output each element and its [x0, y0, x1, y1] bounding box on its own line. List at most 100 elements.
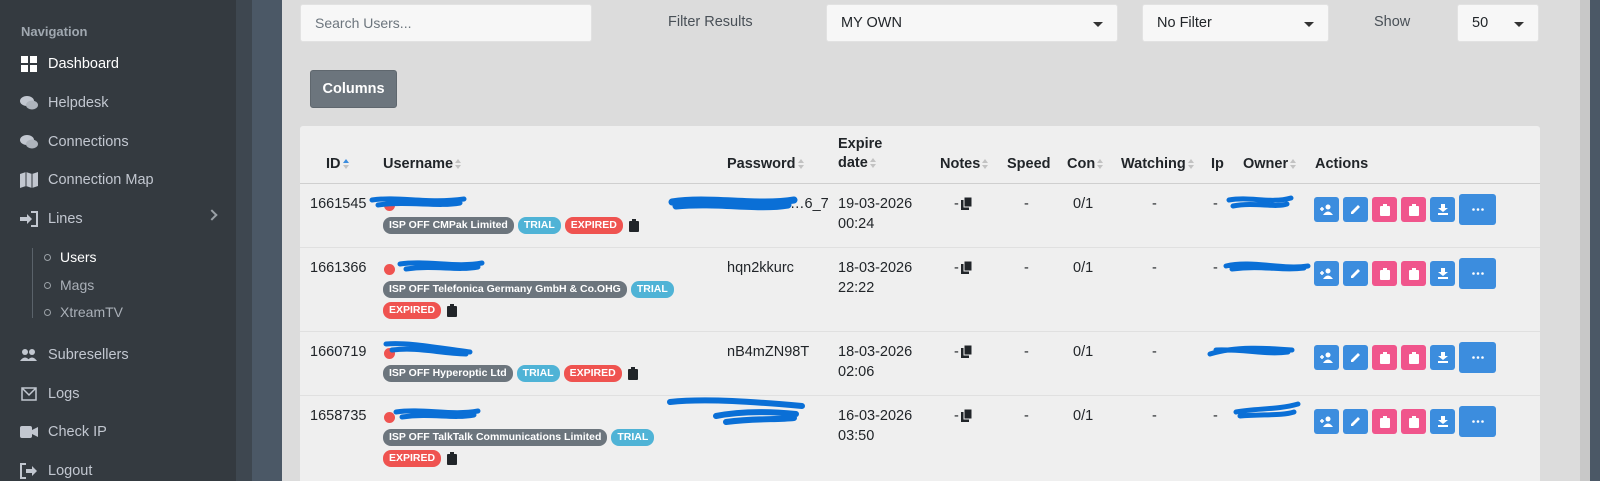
edit-button[interactable]: [1343, 345, 1368, 370]
user-badges: ISP OFF Telefonica Germany GmbH & Co.OHG…: [383, 281, 703, 319]
clipboard-icon[interactable]: [627, 217, 641, 234]
sidebar-item-connections[interactable]: Connections: [0, 124, 236, 160]
clipboard-button[interactable]: [1401, 345, 1426, 370]
sidebar-item-label: Connection Map: [48, 172, 154, 188]
download-icon: [1437, 416, 1448, 427]
cell-expire-date: 19-03-2026: [838, 196, 913, 212]
sidebar-item-helpdesk[interactable]: Helpdesk: [0, 85, 236, 121]
edit-button[interactable]: [1343, 261, 1368, 286]
search-input[interactable]: [300, 4, 592, 42]
show-select-value: 50: [1472, 15, 1489, 31]
more-button[interactable]: [1459, 258, 1496, 289]
col-header-con[interactable]: Con: [1067, 156, 1104, 172]
columns-button[interactable]: Columns: [310, 70, 397, 108]
col-header-username[interactable]: Username: [383, 156, 462, 172]
ellipsis-icon: [1471, 272, 1484, 275]
owner-select[interactable]: MY OWN: [826, 4, 1118, 42]
sidebar-item-logs[interactable]: Logs: [0, 376, 236, 412]
col-header-expire-date[interactable]: Expire date: [838, 136, 882, 171]
sidebar-subitem-users[interactable]: Users: [0, 244, 236, 270]
chat-icon: [20, 94, 38, 112]
video-icon: [20, 423, 38, 441]
sort-icon: [1097, 159, 1104, 169]
edit-button[interactable]: [1343, 409, 1368, 434]
cell-ip: -: [1213, 408, 1218, 424]
copy-icon[interactable]: [961, 197, 973, 210]
sidebar-item-subresellers[interactable]: Subresellers: [0, 337, 236, 373]
user-badges: ISP OFF TalkTalk Communications Limited …: [383, 429, 713, 467]
cell-id: 1661366: [310, 260, 367, 276]
sidebar-item-label: Subresellers: [48, 347, 129, 363]
clipboard-icon[interactable]: [445, 450, 459, 467]
pencil-icon: [1351, 205, 1360, 214]
cell-con: 0/1: [1073, 196, 1094, 212]
cell-speed: -: [1024, 344, 1029, 360]
clipboard-icon: [1379, 203, 1390, 216]
content-panel: Filter Results MY OWN No Filter Show 50 …: [282, 0, 1590, 481]
sidebar-item-check-ip[interactable]: Check IP: [0, 414, 236, 450]
copy-icon[interactable]: [961, 345, 973, 358]
scrollbar[interactable]: [1580, 0, 1590, 481]
sidebar-item-label: Helpdesk: [48, 95, 109, 111]
clipboard-button[interactable]: [1372, 197, 1397, 222]
add-user-button[interactable]: [1314, 261, 1339, 286]
show-label: Show: [1374, 14, 1411, 30]
col-header-notes[interactable]: Notes: [940, 156, 989, 172]
clipboard-button[interactable]: [1372, 345, 1397, 370]
sidebar-item-logout[interactable]: Logout: [0, 453, 236, 481]
header-label: Expire: [838, 136, 883, 152]
user-badges: ISP OFF CMPak Limited TRIAL EXPIRED: [383, 217, 641, 234]
clipboard-button[interactable]: [1401, 197, 1426, 222]
redaction-scribble: [1233, 401, 1301, 419]
clipboard-icon: [1408, 415, 1419, 428]
download-button[interactable]: [1430, 261, 1455, 286]
col-header-id[interactable]: ID: [326, 156, 350, 172]
show-select[interactable]: 50: [1457, 4, 1539, 42]
clipboard-button[interactable]: [1401, 261, 1426, 286]
redaction-scribble: [393, 408, 481, 420]
user-plus-icon: [1320, 204, 1333, 215]
copy-icon[interactable]: [961, 409, 973, 422]
clipboard-icon[interactable]: [445, 302, 459, 319]
sidebar-subitem-mags[interactable]: Mags: [0, 272, 236, 298]
user-plus-icon: [1320, 268, 1333, 279]
download-button[interactable]: [1430, 409, 1455, 434]
sidebar-subitem-label: Users: [60, 249, 97, 265]
add-user-button[interactable]: [1314, 197, 1339, 222]
more-button[interactable]: [1459, 342, 1496, 373]
col-header-owner[interactable]: Owner: [1243, 156, 1297, 172]
users-table: ID Username Password Expire date Notes Sp…: [300, 126, 1540, 481]
owner-select-value: MY OWN: [841, 15, 902, 31]
cell-password: hqn2kkurc: [727, 260, 794, 276]
clipboard-icon: [1408, 351, 1419, 364]
col-header-watching[interactable]: Watching: [1121, 156, 1195, 172]
more-button[interactable]: [1459, 406, 1496, 437]
filter-select[interactable]: No Filter: [1142, 4, 1329, 42]
cell-ip: -: [1213, 260, 1218, 276]
clipboard-button[interactable]: [1401, 409, 1426, 434]
sidebar-subitem-xtreamtv[interactable]: XtreamTV: [0, 299, 236, 325]
sidebar-item-label: Connections: [48, 134, 129, 150]
ellipsis-icon: [1471, 208, 1484, 211]
edit-button[interactable]: [1343, 197, 1368, 222]
more-button[interactable]: [1459, 194, 1496, 225]
add-user-button[interactable]: [1314, 409, 1339, 434]
sort-icon: [869, 158, 877, 168]
cell-password: nB4mZN98T: [727, 344, 810, 360]
clipboard-button[interactable]: [1372, 409, 1397, 434]
copy-icon[interactable]: [961, 261, 973, 274]
download-button[interactable]: [1430, 345, 1455, 370]
sidebar-item-lines[interactable]: Lines: [0, 201, 236, 237]
cell-expire-time: 00:24: [838, 216, 875, 232]
clipboard-icon[interactable]: [626, 365, 640, 382]
col-header-password[interactable]: Password: [727, 156, 805, 172]
download-button[interactable]: [1430, 197, 1455, 222]
clipboard-button[interactable]: [1372, 261, 1397, 286]
add-user-button[interactable]: [1314, 345, 1339, 370]
redaction-scribble: [668, 196, 798, 211]
cell-expire-time: 22:22: [838, 280, 875, 296]
sidebar-item-connection-map[interactable]: Connection Map: [0, 162, 236, 198]
sidebar-item-dashboard[interactable]: Dashboard: [0, 46, 236, 82]
user-plus-icon: [1320, 416, 1333, 427]
table-row: 1660719 ISP OFF Hyperoptic Ltd TRIAL EXP…: [300, 332, 1540, 396]
